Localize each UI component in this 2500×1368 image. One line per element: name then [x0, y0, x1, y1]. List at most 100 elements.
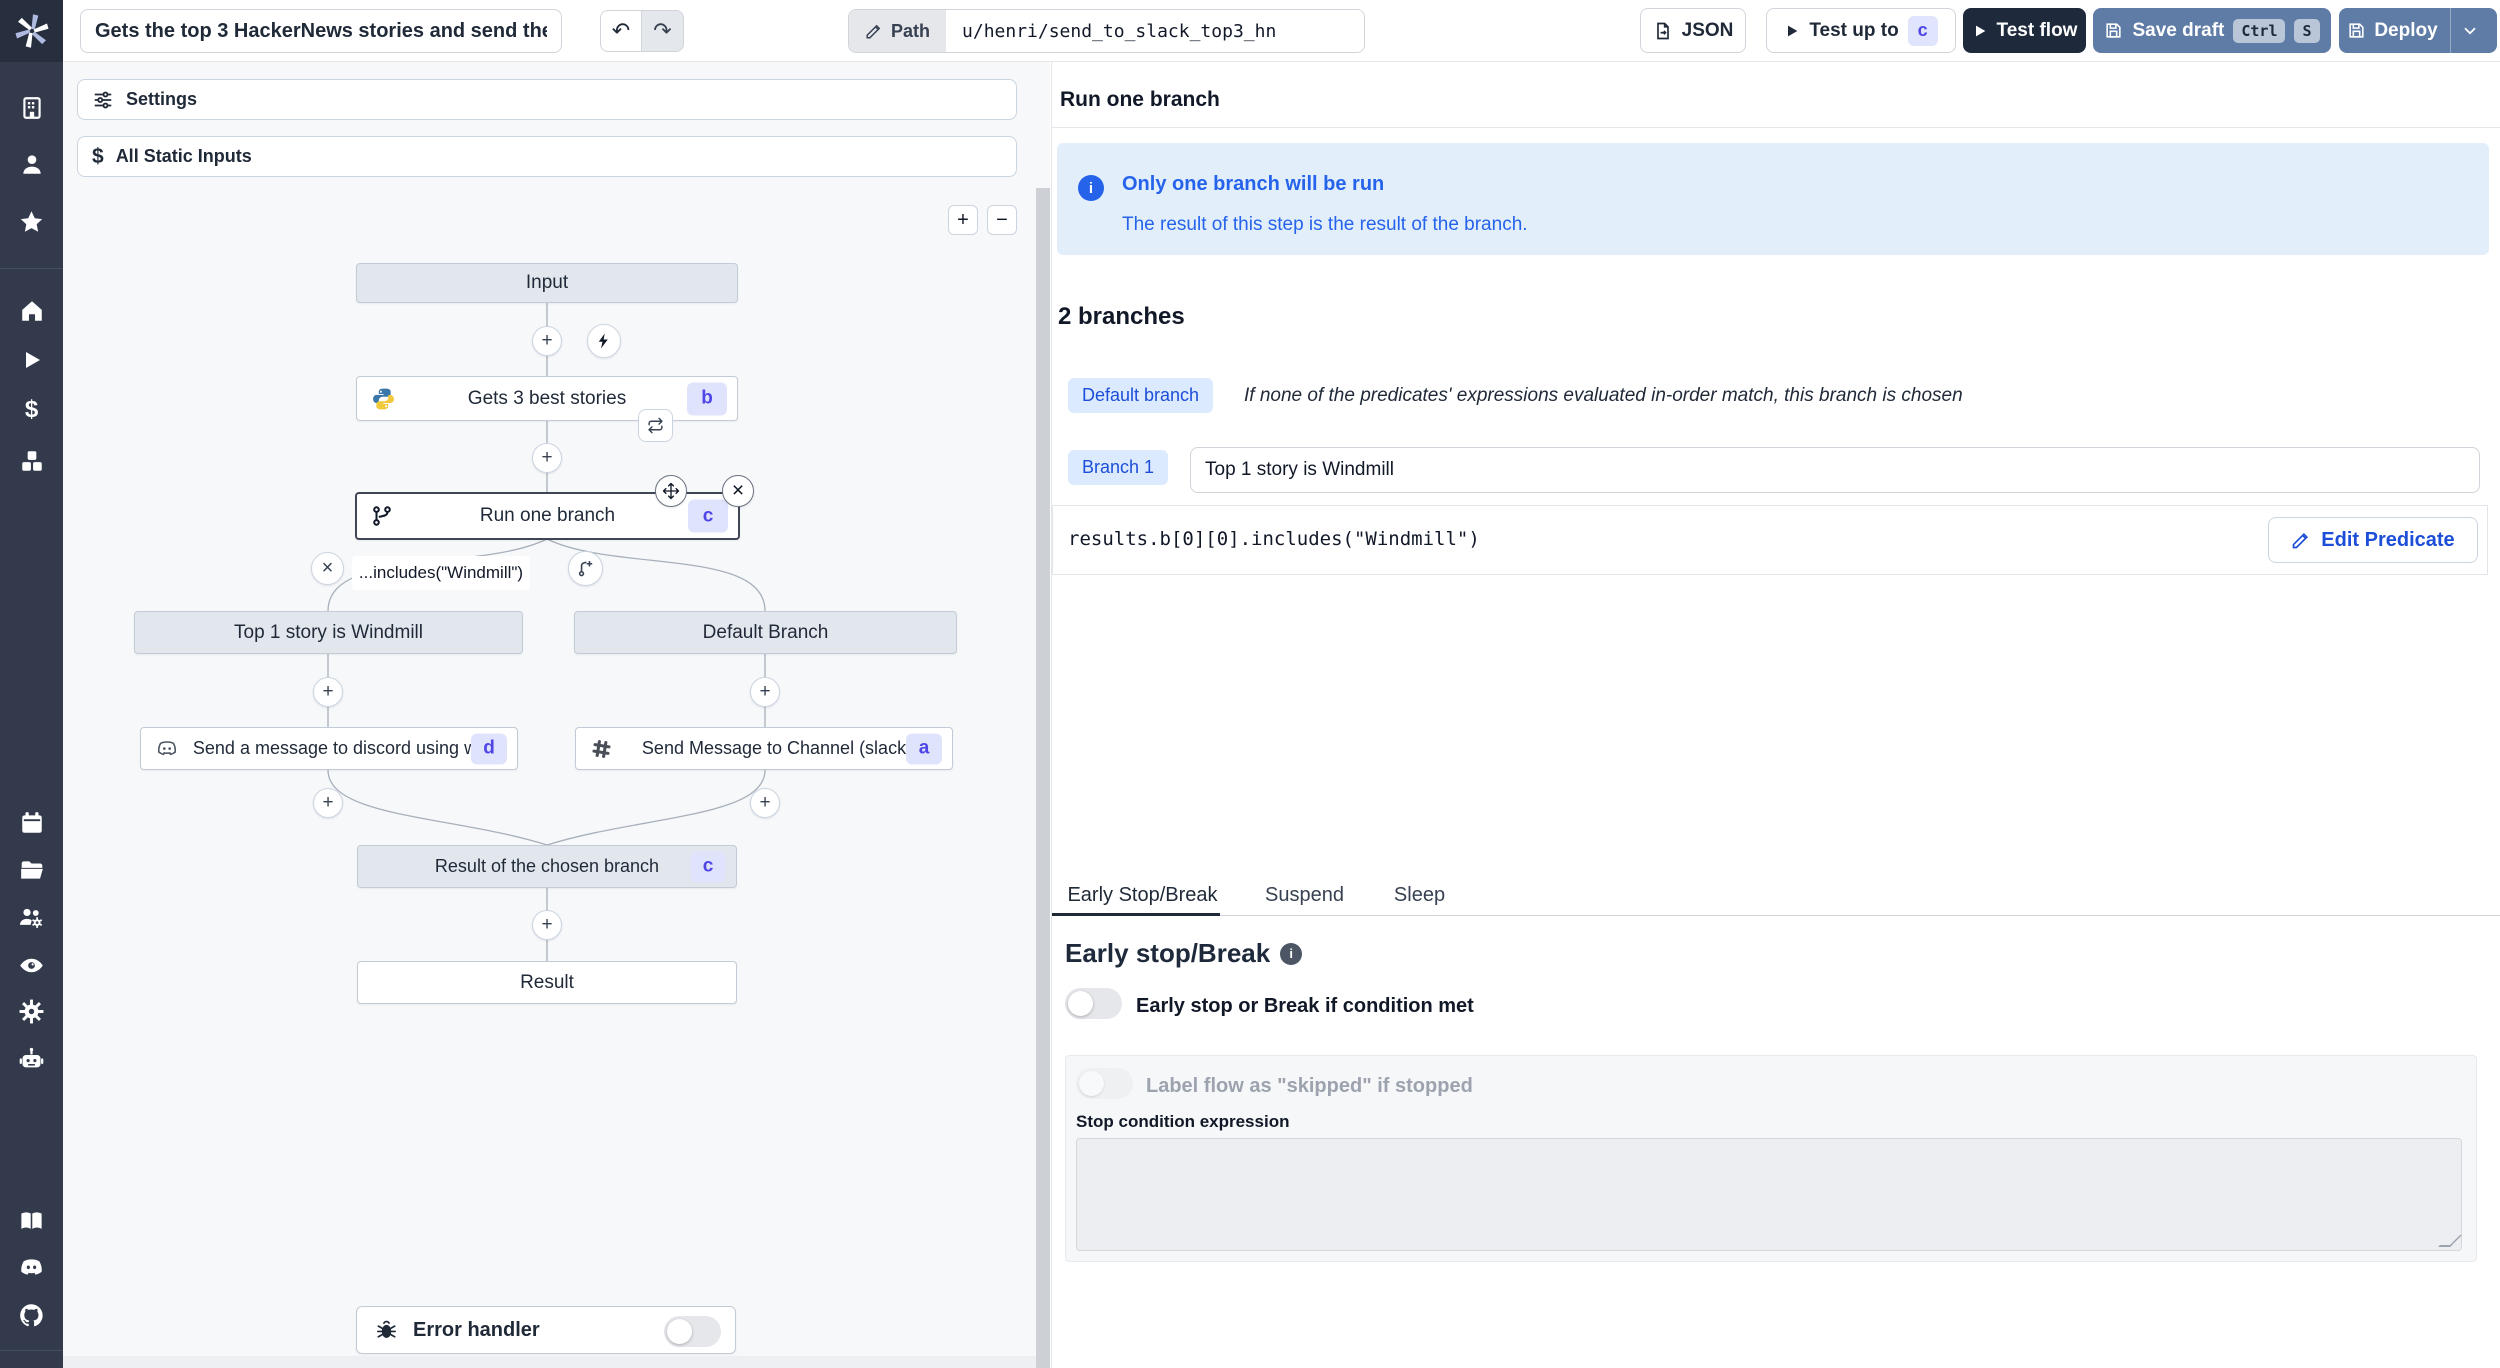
node-label: Result: [520, 971, 574, 993]
early-stop-toggle[interactable]: [1065, 988, 1122, 1019]
flow-horizontal-scrollbar[interactable]: [63, 1356, 1036, 1368]
divider: [1051, 127, 2500, 128]
sidebar-item-docs[interactable]: [0, 1204, 63, 1238]
flow-node-error-handler[interactable]: Error handler: [356, 1306, 736, 1354]
sidebar-item-user[interactable]: [0, 147, 63, 181]
app-sidebar: $: [0, 62, 63, 1368]
sidebar-item-home[interactable]: [0, 294, 63, 328]
info-banner-title: Only one branch will be run: [1122, 173, 1385, 195]
windmill-logo[interactable]: [0, 0, 63, 62]
discord-icon: [155, 737, 179, 761]
flow-node-branch-one-header[interactable]: Top 1 story is Windmill: [134, 611, 523, 654]
move-step-button[interactable]: [655, 475, 687, 507]
flow-static-inputs-bar[interactable]: $ All Static Inputs: [77, 136, 1017, 177]
tab-early-stop-break[interactable]: Early Stop/Break: [1065, 875, 1220, 916]
sidebar-item-audit-logs[interactable]: [0, 948, 63, 982]
stop-condition-label: Stop condition expression: [1076, 1112, 1290, 1131]
stop-condition-textarea[interactable]: [1076, 1138, 2462, 1251]
flow-vertical-scrollbar[interactable]: [1036, 188, 1050, 1368]
settings-bar-label: Settings: [126, 89, 198, 109]
home-icon: [21, 301, 42, 321]
insert-step-button[interactable]: +: [750, 788, 780, 818]
json-button[interactable]: JSON: [1640, 8, 1746, 53]
delete-step-button[interactable]: ×: [722, 475, 754, 507]
flow-node-result[interactable]: Result: [357, 961, 737, 1004]
info-icon[interactable]: i: [1280, 942, 1303, 965]
star-icon: [20, 210, 43, 232]
save-icon: [2349, 23, 2364, 38]
test-flow-button[interactable]: Test flow: [1963, 8, 2086, 53]
sidebar-item-folders[interactable]: [0, 853, 63, 887]
robot-icon: [19, 1047, 44, 1067]
plus-icon: +: [541, 447, 553, 468]
flow-settings-bar[interactable]: Settings: [77, 79, 1017, 120]
path-label-chip[interactable]: Path: [849, 10, 947, 52]
undo-button[interactable]: ↶: [600, 10, 642, 52]
flow-node-collect-result[interactable]: Result of the chosen branch c: [357, 845, 737, 888]
json-button-label: JSON: [1681, 19, 1734, 41]
flow-node-get-stories[interactable]: Gets 3 best stories b: [356, 376, 738, 421]
save-draft-button[interactable]: Save draft Ctrl S: [2093, 8, 2331, 53]
skip-label-toggle[interactable]: [1076, 1068, 1133, 1099]
tab-suspend[interactable]: Suspend: [1262, 875, 1347, 916]
predicate-text: ...includes("Windmill"): [358, 563, 524, 582]
edit-predicate-button[interactable]: Edit Predicate: [2268, 517, 2478, 563]
sidebar-item-groups[interactable]: [0, 900, 63, 934]
plus-icon: +: [759, 792, 771, 813]
insert-step-button[interactable]: +: [532, 443, 562, 473]
sidebar-item-variables[interactable]: $: [0, 393, 63, 427]
insert-step-button[interactable]: +: [750, 677, 780, 707]
flow-node-input[interactable]: Input: [356, 263, 738, 303]
tab-sleep[interactable]: Sleep: [1392, 875, 1447, 916]
zoom-out-button[interactable]: −: [987, 205, 1017, 235]
insert-step-button[interactable]: +: [532, 910, 562, 940]
test-up-to-label: Test up to: [1809, 19, 1899, 41]
restart-from-step-button[interactable]: [638, 409, 673, 442]
flow-title-input[interactable]: [80, 9, 562, 53]
remove-branch-button[interactable]: ×: [311, 552, 344, 585]
sidebar-item-favorites[interactable]: [0, 205, 63, 239]
play-icon: [1788, 25, 1798, 36]
trigger-button[interactable]: [587, 324, 621, 358]
insert-step-button[interactable]: +: [532, 326, 562, 356]
plus-icon: +: [322, 792, 334, 813]
sidebar-item-schedules[interactable]: [0, 806, 63, 840]
error-handler-toggle[interactable]: [664, 1316, 721, 1347]
static-inputs-bar-label: All Static Inputs: [115, 146, 252, 166]
sidebar-item-runs[interactable]: [0, 343, 63, 377]
zoom-in-button[interactable]: +: [948, 205, 978, 235]
play-icon: [25, 352, 40, 368]
flow-node-slack-step[interactable]: Send Message to Channel (slack) a: [575, 727, 953, 770]
sidebar-item-discord[interactable]: [0, 1250, 63, 1284]
pencil-icon: [2292, 532, 2309, 549]
move-icon: [662, 482, 680, 500]
sidebar-divider: [0, 1350, 63, 1351]
flow-node-default-branch-header[interactable]: Default Branch: [574, 611, 957, 654]
deploy-dropdown[interactable]: [2451, 22, 2489, 40]
insert-step-button[interactable]: +: [313, 677, 343, 707]
node-label: Send a message to discord using w...: [192, 738, 492, 758]
discord-icon: [21, 1258, 42, 1275]
flow-node-discord-step[interactable]: Send a message to discord using w... d: [140, 727, 518, 770]
deploy-button[interactable]: Deploy: [2339, 8, 2497, 53]
sidebar-item-workspace[interactable]: [0, 91, 63, 125]
branch-predicate-label[interactable]: ...includes("Windmill"): [352, 556, 530, 590]
github-icon: [20, 1303, 43, 1326]
chevron-down-icon: [2464, 27, 2476, 35]
close-icon: ×: [321, 557, 334, 579]
insert-step-button[interactable]: +: [313, 788, 343, 818]
test-up-to-button[interactable]: Test up to c: [1766, 8, 1956, 53]
redo-button[interactable]: ↷: [642, 10, 684, 52]
sidebar-item-ai[interactable]: [0, 1042, 63, 1076]
workspace-icon: [22, 97, 41, 119]
path-value[interactable]: u/henri/send_to_slack_top3_hn: [946, 10, 1365, 52]
sidebar-item-github[interactable]: [0, 1298, 63, 1332]
deploy-label: Deploy: [2374, 19, 2438, 41]
add-branch-button[interactable]: [568, 551, 603, 586]
git-branch-icon: [371, 505, 393, 527]
sidebar-item-settings[interactable]: [0, 994, 63, 1028]
branch-summary-input[interactable]: [1190, 447, 2480, 493]
minus-icon: −: [996, 208, 1008, 231]
sidebar-item-resources[interactable]: [0, 444, 63, 478]
active-tab-underline: [1052, 913, 1220, 916]
